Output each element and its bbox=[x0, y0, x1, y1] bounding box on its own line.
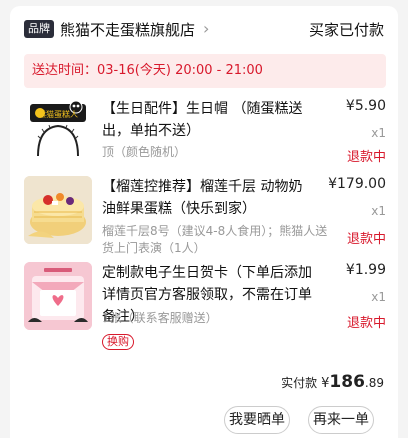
order-card: 品牌 熊猫不走蛋糕旗舰店 › 买家已付款 送达时间：03-16(今天) 20:0… bbox=[10, 6, 398, 438]
item-price: ¥5.90 bbox=[345, 98, 386, 114]
item-qty: x1 bbox=[371, 204, 386, 218]
order-item[interactable]: 熊猫蛋糕人 【生日配件】生日帽 （随蛋糕送出，单拍不送） ¥5.90 x1 顶（… bbox=[24, 98, 386, 168]
payment-cents: .89 bbox=[364, 376, 384, 390]
product-image-durian-cake[interactable] bbox=[24, 176, 92, 244]
reorder-button[interactable]: 再来一单 bbox=[308, 406, 374, 434]
delivery-value: 03-16(今天) 20:00 - 21:00 bbox=[97, 63, 263, 78]
shop-name[interactable]: 熊猫不走蛋糕旗舰店 bbox=[60, 19, 195, 40]
item-spec: 榴莲千层8号（建议4-8人食用）；熊猫人送货上门表演（1人） bbox=[102, 224, 328, 255]
shop-header[interactable]: 品牌 熊猫不走蛋糕旗舰店 › 买家已付款 bbox=[24, 16, 384, 42]
order-item[interactable]: 【榴莲控推荐】榴莲千层 动物奶油鲜果蛋糕（快乐到家） ¥179.00 x1 榴莲… bbox=[24, 176, 386, 256]
exchange-purchase-tag: 换购 bbox=[102, 334, 134, 350]
delivery-label: 送达时间： bbox=[32, 63, 98, 78]
refund-status[interactable]: 退款中 bbox=[347, 312, 386, 331]
delivery-time-banner: 送达时间：03-16(今天) 20:00 - 21:00 bbox=[24, 54, 386, 88]
refund-status[interactable]: 退款中 bbox=[347, 228, 386, 247]
item-spec: 1张（联系客服赠送） bbox=[102, 311, 218, 325]
share-review-button[interactable]: 我要晒单 bbox=[224, 406, 290, 434]
item-spec: 顶（颜色随机） bbox=[102, 145, 187, 159]
product-image-birthday-hat[interactable]: 熊猫蛋糕人 bbox=[24, 98, 92, 166]
refund-status[interactable]: 退款中 bbox=[347, 146, 386, 165]
hat-brand-text: 熊猫蛋糕人 bbox=[38, 109, 78, 119]
item-qty: x1 bbox=[371, 126, 386, 140]
currency-symbol: ¥ bbox=[321, 376, 330, 391]
payment-amount: 186 bbox=[329, 372, 365, 392]
payment-total: 实付款 ¥ 186 .89 bbox=[281, 372, 384, 392]
item-price: ¥179.00 bbox=[328, 176, 386, 192]
order-item[interactable]: 定制款电子生日贺卡（下单后添加详情页官方客服领取，不需在订单备注） ¥1.99 … bbox=[24, 262, 386, 354]
product-image-e-card[interactable] bbox=[24, 262, 92, 330]
payment-label: 实付款 bbox=[281, 376, 318, 390]
item-qty: x1 bbox=[371, 290, 386, 304]
brand-badge: 品牌 bbox=[24, 20, 54, 38]
item-title[interactable]: 【榴莲控推荐】榴莲千层 动物奶油鲜果蛋糕（快乐到家） bbox=[102, 176, 316, 220]
item-title[interactable]: 【生日配件】生日帽 （随蛋糕送出，单拍不送） bbox=[102, 98, 316, 142]
order-status: 买家已付款 bbox=[308, 20, 384, 39]
chevron-right-icon[interactable]: › bbox=[203, 21, 209, 37]
item-price: ¥1.99 bbox=[345, 262, 386, 278]
